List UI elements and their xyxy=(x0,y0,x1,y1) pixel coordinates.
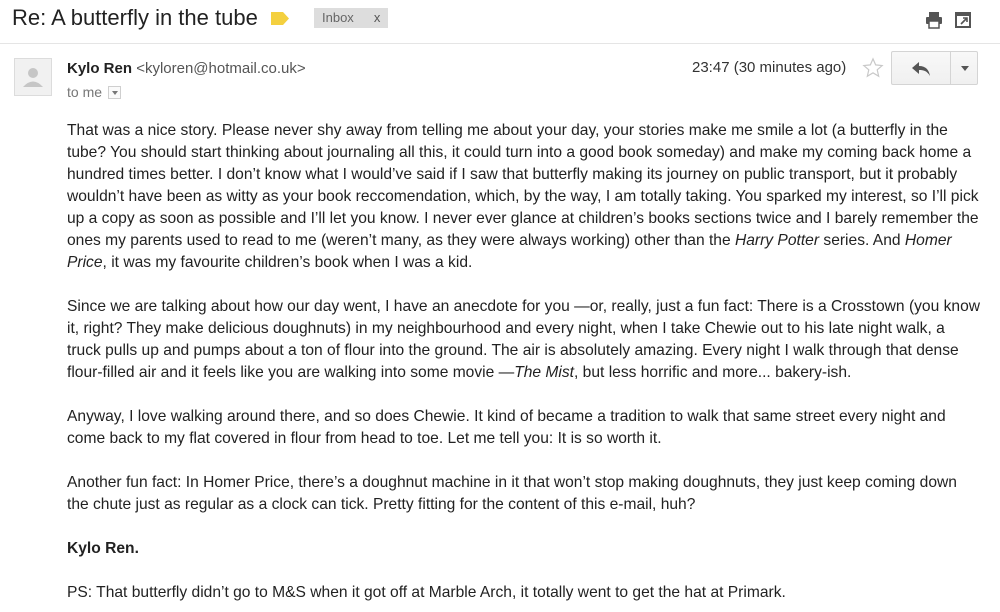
recipient-line: to me xyxy=(67,84,122,100)
movie-title: The Mist xyxy=(514,364,575,381)
important-marker-icon[interactable] xyxy=(271,12,289,25)
show-details-dropdown[interactable] xyxy=(108,86,122,99)
recipient-label: to me xyxy=(67,84,103,100)
email-subject: Re: A butterfly in the tube xyxy=(12,5,258,30)
print-icon[interactable] xyxy=(925,11,943,29)
person-icon xyxy=(23,68,43,87)
body-paragraph: That was a nice story. Please never shy … xyxy=(67,122,979,271)
body-paragraph: Another fun fact: In Homer Price, there’… xyxy=(67,474,957,513)
book-title-harry-potter: Harry Potter xyxy=(734,232,820,249)
sender-line: Kylo Ren <kyloren@hotmail.co.uk> xyxy=(67,60,306,77)
more-actions-button[interactable] xyxy=(950,51,978,85)
remove-label-button[interactable]: x xyxy=(374,10,381,25)
subject-bar: Re: A butterfly in the tube Inbox x xyxy=(0,0,1000,44)
reply-icon xyxy=(912,62,930,76)
reply-button[interactable] xyxy=(891,51,950,85)
inbox-label: Inbox xyxy=(322,10,354,25)
star-icon[interactable] xyxy=(862,57,884,79)
signature: Kylo Ren. xyxy=(67,540,139,557)
inbox-label-chip: Inbox x xyxy=(314,8,389,28)
body-paragraph: Since we are talking about how our day w… xyxy=(67,298,981,381)
postscript: PS: That butterfly didn’t go to M&S when… xyxy=(67,584,786,601)
email-body: That was a nice story. Please never shy … xyxy=(67,120,982,612)
sender-email: <kyloren@hotmail.co.uk> xyxy=(136,60,306,77)
sender-name[interactable]: Kylo Ren xyxy=(67,60,132,77)
new-window-icon[interactable] xyxy=(954,11,972,29)
email-timestamp: 23:47 (30 minutes ago) xyxy=(692,59,847,76)
body-paragraph: Anyway, I love walking around there, and… xyxy=(67,408,946,447)
avatar[interactable] xyxy=(14,58,52,96)
